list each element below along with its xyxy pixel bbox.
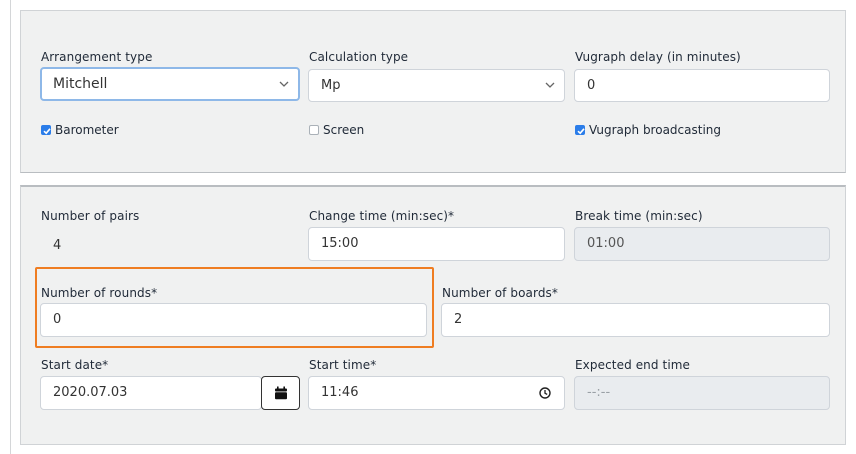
chevron-down-icon bbox=[545, 82, 555, 88]
number-of-boards-input[interactable]: 2 bbox=[441, 303, 830, 337]
number-of-rounds-input[interactable]: 0 bbox=[40, 303, 427, 337]
number-of-boards-value: 2 bbox=[454, 312, 463, 327]
start-time-label: Start time* bbox=[309, 358, 377, 372]
screen-checkbox[interactable] bbox=[309, 125, 319, 135]
calculation-type-value: Mp bbox=[321, 78, 341, 93]
calendar-button[interactable] bbox=[261, 376, 300, 410]
break-time-value: 01:00 bbox=[587, 236, 625, 251]
start-date-input[interactable]: 2020.07.03 bbox=[40, 376, 262, 410]
break-time-label: Break time (min:sec) bbox=[575, 209, 703, 223]
screen-label: Screen bbox=[323, 123, 365, 137]
checkmark-icon bbox=[43, 128, 51, 135]
expected-end-time-value: --:-- bbox=[587, 385, 611, 400]
start-time-value: 11:46 bbox=[321, 385, 359, 400]
vugraph-broadcasting-label: Vugraph broadcasting bbox=[589, 123, 722, 137]
clock-icon[interactable] bbox=[539, 387, 551, 399]
change-time-input[interactable]: 15:00 bbox=[308, 227, 565, 261]
barometer-checkbox[interactable] bbox=[41, 125, 51, 135]
expected-end-time-input: --:-- bbox=[574, 376, 830, 410]
arrangement-type-label: Arrangement type bbox=[41, 50, 153, 64]
start-time-input[interactable]: 11:46 bbox=[308, 376, 565, 410]
arrangement-type-select[interactable]: Mitchell bbox=[40, 67, 300, 101]
calendar-icon bbox=[275, 386, 287, 400]
number-of-pairs-label: Number of pairs bbox=[41, 209, 140, 223]
checkmark-icon bbox=[577, 128, 585, 135]
start-date-label: Start date* bbox=[41, 358, 109, 372]
start-date-value: 2020.07.03 bbox=[53, 385, 128, 400]
chevron-down-icon bbox=[279, 81, 289, 87]
expected-end-time-label: Expected end time bbox=[575, 358, 691, 372]
barometer-label: Barometer bbox=[55, 123, 119, 137]
change-time-value: 15:00 bbox=[321, 236, 359, 251]
number-of-boards-label: Number of boards* bbox=[442, 286, 559, 300]
break-time-input: 01:00 bbox=[574, 227, 830, 261]
vugraph-delay-label: Vugraph delay (in minutes) bbox=[575, 50, 741, 64]
calculation-type-select[interactable]: Mp bbox=[308, 69, 565, 102]
change-time-label: Change time (min:sec)* bbox=[309, 209, 455, 223]
vugraph-delay-input[interactable]: 0 bbox=[574, 69, 830, 102]
number-of-rounds-value: 0 bbox=[53, 312, 62, 327]
calculation-type-label: Calculation type bbox=[309, 50, 409, 64]
number-of-pairs-value: 4 bbox=[53, 238, 62, 253]
vugraph-broadcasting-checkbox[interactable] bbox=[575, 125, 585, 135]
vugraph-delay-value: 0 bbox=[587, 78, 596, 93]
number-of-rounds-label: Number of rounds* bbox=[41, 286, 158, 300]
arrangement-type-value: Mitchell bbox=[53, 76, 108, 92]
